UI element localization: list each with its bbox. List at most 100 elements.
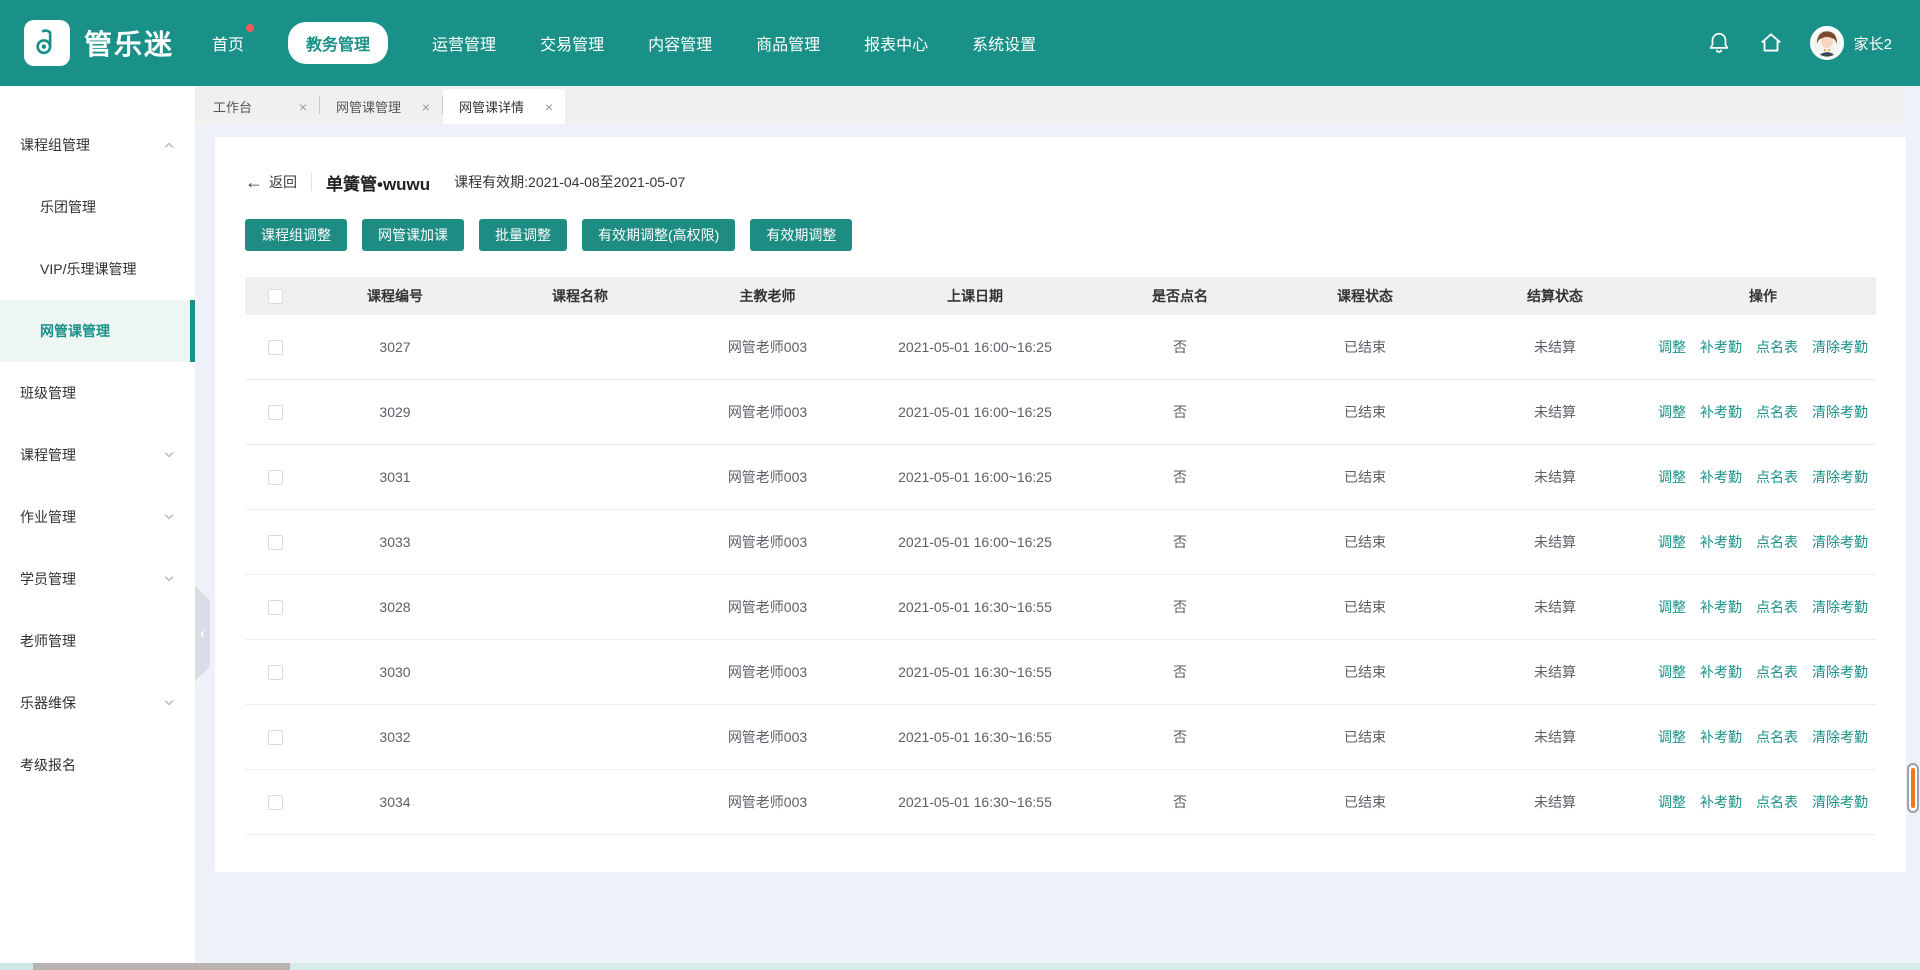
- row-action-link-0[interactable]: 调整: [1658, 727, 1686, 747]
- cell-teacher: 网管老师003: [675, 337, 860, 357]
- bell-icon[interactable]: [1706, 30, 1732, 56]
- row-action-link-2[interactable]: 点名表: [1756, 792, 1798, 812]
- action-button-0[interactable]: 课程组调整: [245, 219, 347, 251]
- cell-status: 已结束: [1270, 337, 1460, 357]
- row-action-link-3[interactable]: 清除考勤: [1812, 727, 1868, 747]
- cell-teacher: 网管老师003: [675, 402, 860, 422]
- sidebar-item-7[interactable]: 学员管理: [0, 548, 195, 610]
- close-icon[interactable]: ×: [422, 100, 430, 114]
- cell-rollcall: 否: [1090, 467, 1270, 487]
- page-head: ← 返回 单簧管•wuwu 课程有效期:2021-04-08至2021-05-0…: [245, 167, 1876, 197]
- close-icon[interactable]: ×: [299, 100, 307, 114]
- action-button-3[interactable]: 有效期调整(高权限): [582, 219, 735, 251]
- action-button-1[interactable]: 网管课加课: [362, 219, 464, 251]
- action-button-2[interactable]: 批量调整: [479, 219, 567, 251]
- row-action-link-1[interactable]: 补考勤: [1700, 662, 1742, 682]
- row-action-link-3[interactable]: 清除考勤: [1812, 792, 1868, 812]
- row-action-link-1[interactable]: 补考勤: [1700, 532, 1742, 552]
- row-checkbox[interactable]: [268, 730, 283, 745]
- row-action-link-2[interactable]: 点名表: [1756, 597, 1798, 617]
- nav-item-7[interactable]: 系统设置: [972, 22, 1036, 64]
- cell-id: 3029: [305, 404, 485, 420]
- row-action-link-0[interactable]: 调整: [1658, 467, 1686, 487]
- row-action-link-3[interactable]: 清除考勤: [1812, 532, 1868, 552]
- row-action-link-3[interactable]: 清除考勤: [1812, 467, 1868, 487]
- row-action-link-2[interactable]: 点名表: [1756, 662, 1798, 682]
- row-action-link-0[interactable]: 调整: [1658, 662, 1686, 682]
- row-action-link-3[interactable]: 清除考勤: [1812, 597, 1868, 617]
- nav-item-3[interactable]: 交易管理: [540, 22, 604, 64]
- sidebar-item-9[interactable]: 乐器维保: [0, 672, 195, 734]
- row-action-link-0[interactable]: 调整: [1658, 532, 1686, 552]
- horizontal-scrollbar-thumb[interactable]: [33, 963, 290, 970]
- row-action-link-1[interactable]: 补考勤: [1700, 467, 1742, 487]
- row-action-link-3[interactable]: 清除考勤: [1812, 662, 1868, 682]
- sidebar-item-label: VIP/乐理课管理: [40, 259, 136, 279]
- music-note-icon: [32, 26, 62, 61]
- horizontal-scrollbar[interactable]: [0, 963, 1920, 970]
- nav-item-5[interactable]: 商品管理: [756, 22, 820, 64]
- avatar[interactable]: [1810, 26, 1844, 60]
- row-action-link-1[interactable]: 补考勤: [1700, 337, 1742, 357]
- brand-logo[interactable]: [24, 20, 70, 66]
- row-checkbox[interactable]: [268, 405, 283, 420]
- cell-settle: 未结算: [1460, 337, 1650, 357]
- row-checkbox[interactable]: [268, 535, 283, 550]
- tab-2[interactable]: 网管课详情×: [443, 89, 565, 124]
- vertical-scrollbar-thumb[interactable]: [1907, 763, 1919, 813]
- row-action-link-2[interactable]: 点名表: [1756, 402, 1798, 422]
- row-checkbox[interactable]: [268, 340, 283, 355]
- sidebar-item-6[interactable]: 作业管理: [0, 486, 195, 548]
- cell-date: 2021-05-01 16:00~16:25: [860, 469, 1090, 485]
- close-icon[interactable]: ×: [545, 100, 553, 114]
- sidebar-item-2[interactable]: VIP/乐理课管理: [0, 238, 195, 300]
- row-action-link-3[interactable]: 清除考勤: [1812, 402, 1868, 422]
- tab-0[interactable]: 工作台×: [197, 89, 319, 124]
- sidebar-item-10[interactable]: 考级报名: [0, 734, 195, 796]
- row-action-link-2[interactable]: 点名表: [1756, 467, 1798, 487]
- nav-item-2[interactable]: 运营管理: [432, 22, 496, 64]
- row-action-link-1[interactable]: 补考勤: [1700, 727, 1742, 747]
- row-checkbox[interactable]: [268, 470, 283, 485]
- sidebar-item-1[interactable]: 乐团管理: [0, 176, 195, 238]
- horizontal-scrollbar-track-start: [0, 963, 33, 970]
- sidebar-item-4[interactable]: 班级管理: [0, 362, 195, 424]
- select-all-checkbox[interactable]: [268, 289, 283, 304]
- row-action-link-2[interactable]: 点名表: [1756, 727, 1798, 747]
- row-action-link-0[interactable]: 调整: [1658, 337, 1686, 357]
- row-action-link-0[interactable]: 调整: [1658, 597, 1686, 617]
- row-action-link-0[interactable]: 调整: [1658, 792, 1686, 812]
- sidebar-item-8[interactable]: 老师管理: [0, 610, 195, 672]
- row-actions: 调整补考勤点名表清除考勤: [1650, 597, 1876, 617]
- sidebar-item-3[interactable]: 网管课管理: [0, 300, 195, 362]
- cell-status: 已结束: [1270, 402, 1460, 422]
- sidebar-item-0[interactable]: 课程组管理: [0, 114, 195, 176]
- sidebar-item-5[interactable]: 课程管理: [0, 424, 195, 486]
- vertical-scrollbar[interactable]: [1906, 86, 1920, 970]
- row-checkbox[interactable]: [268, 600, 283, 615]
- home-icon[interactable]: [1758, 30, 1784, 56]
- chevron-down-icon: [163, 511, 175, 523]
- nav-item-0[interactable]: 首页: [212, 22, 244, 64]
- sidebar: 课程组管理 乐团管理 VIP/乐理课管理网管课管理班级管理课程管理 作业管理 学员…: [0, 86, 195, 970]
- row-action-link-3[interactable]: 清除考勤: [1812, 337, 1868, 357]
- row-actions: 调整补考勤点名表清除考勤: [1650, 402, 1876, 422]
- back-button[interactable]: ← 返回: [245, 172, 297, 192]
- row-action-link-1[interactable]: 补考勤: [1700, 792, 1742, 812]
- sidebar-collapse-handle[interactable]: ‹: [195, 586, 210, 681]
- user-name[interactable]: 家长2: [1854, 33, 1892, 54]
- row-action-link-2[interactable]: 点名表: [1756, 337, 1798, 357]
- tab-1[interactable]: 网管课管理×: [320, 89, 442, 124]
- row-checkbox[interactable]: [268, 665, 283, 680]
- row-action-link-2[interactable]: 点名表: [1756, 532, 1798, 552]
- action-button-4[interactable]: 有效期调整: [750, 219, 852, 251]
- sidebar-item-label: 课程组管理: [20, 135, 90, 155]
- cell-settle: 未结算: [1460, 792, 1650, 812]
- row-action-link-1[interactable]: 补考勤: [1700, 402, 1742, 422]
- row-action-link-0[interactable]: 调整: [1658, 402, 1686, 422]
- nav-item-4[interactable]: 内容管理: [648, 22, 712, 64]
- row-checkbox[interactable]: [268, 795, 283, 810]
- row-action-link-1[interactable]: 补考勤: [1700, 597, 1742, 617]
- nav-item-6[interactable]: 报表中心: [864, 22, 928, 64]
- nav-item-1[interactable]: 教务管理: [288, 22, 388, 64]
